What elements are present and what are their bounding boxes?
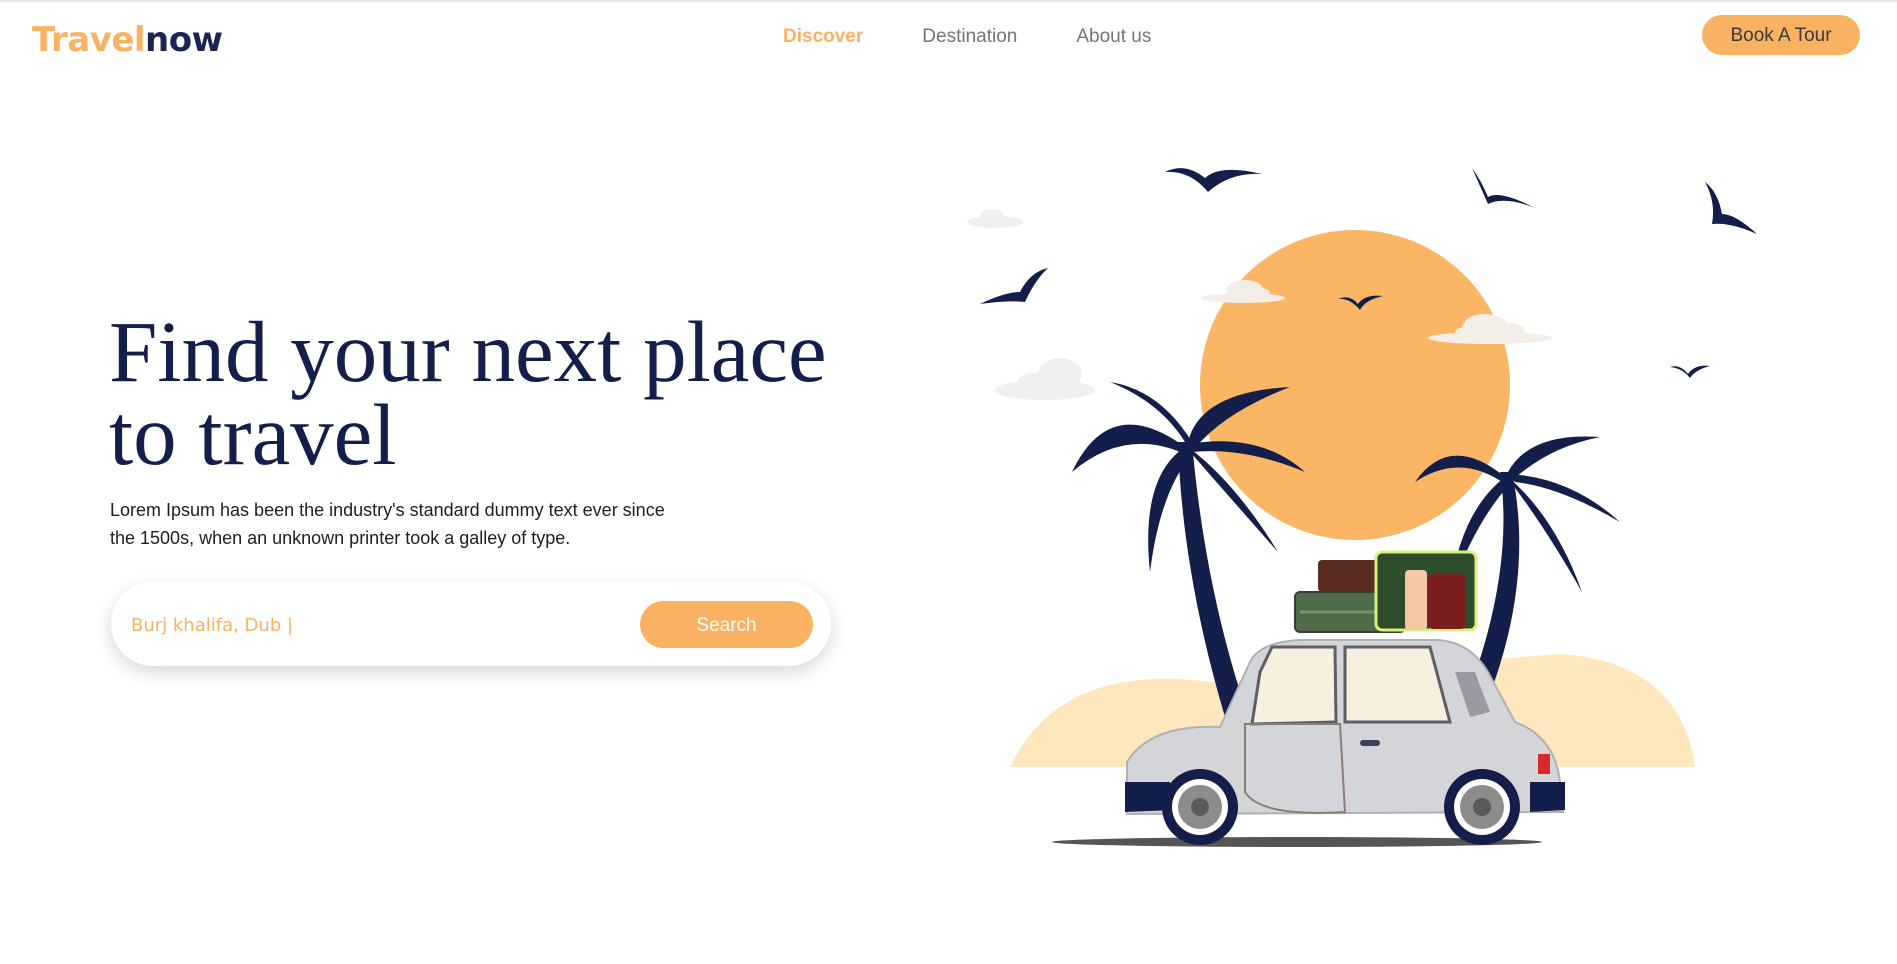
bird-icon xyxy=(1472,168,1535,208)
search-bar: Search xyxy=(111,582,831,666)
brand-logo[interactable]: Travelnow xyxy=(32,16,223,64)
hero-title: Find your next place to travel xyxy=(109,308,869,478)
brand-logo-part1: Travel xyxy=(32,20,146,60)
bird-icon xyxy=(1165,168,1262,192)
nav-destination[interactable]: Destination xyxy=(922,24,1017,50)
hero-description: Lorem Ipsum has been the industry's stan… xyxy=(110,496,710,552)
search-input[interactable] xyxy=(129,606,613,644)
cloud-icon xyxy=(995,358,1095,400)
brand-logo-part2: now xyxy=(145,20,223,60)
nav-discover[interactable]: Discover xyxy=(783,24,863,50)
nav-about-us[interactable]: About us xyxy=(1076,24,1151,50)
main-nav: Discover Destination About us xyxy=(783,24,1210,50)
hero-title-line2: to travel xyxy=(109,386,397,483)
cloud-icon xyxy=(967,209,1023,228)
hero-description-line1: Lorem Ipsum has been the industry's stan… xyxy=(110,500,665,520)
hero-description-line2: the 1500s, when an unknown printer took … xyxy=(110,528,571,548)
book-tour-button[interactable]: Book A Tour xyxy=(1702,15,1860,55)
bird-icon xyxy=(1670,365,1710,378)
bird-icon xyxy=(980,268,1048,304)
sun-icon xyxy=(1200,230,1510,540)
hero-illustration xyxy=(960,142,1760,862)
bird-icon xyxy=(1705,182,1757,234)
search-button[interactable]: Search xyxy=(640,601,813,648)
suitcase-icon xyxy=(1294,550,1478,633)
